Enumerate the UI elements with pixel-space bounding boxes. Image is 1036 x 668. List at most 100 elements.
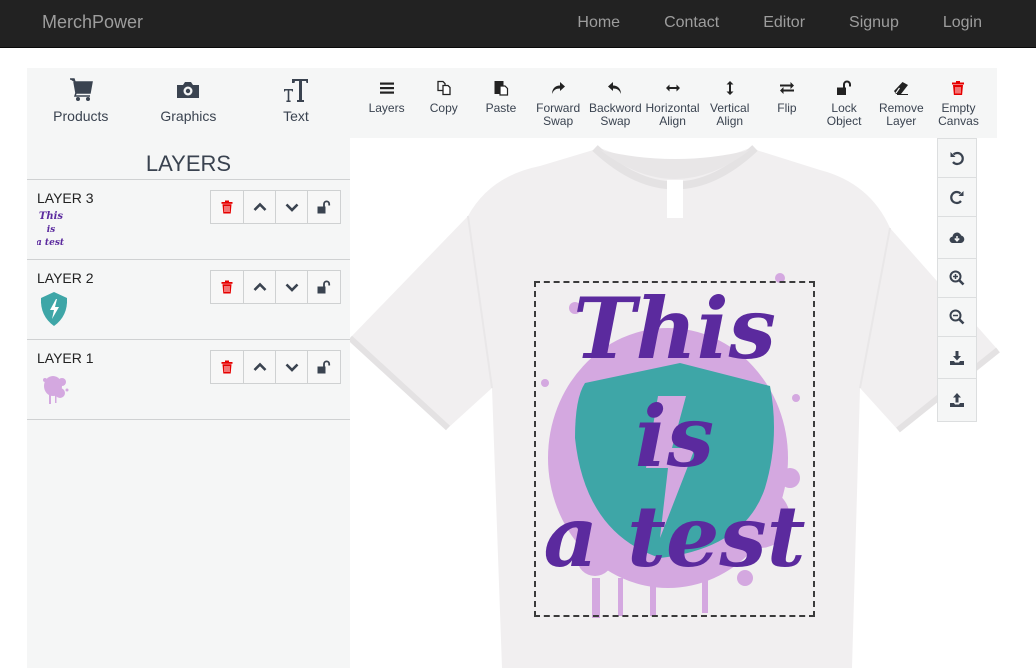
layers-title: LAYERS (27, 138, 350, 180)
reply-icon (608, 82, 622, 94)
design-canvas[interactable]: This is a test (350, 138, 1036, 668)
forward-swap-label: Forward Swap (536, 101, 581, 128)
zoom-in-icon (949, 270, 965, 286)
zoom-in-button[interactable] (938, 259, 976, 298)
copy-icon (437, 80, 451, 96)
arrows-v-icon (726, 81, 734, 95)
tab-graphics[interactable]: Graphics (135, 68, 243, 138)
layer-name: LAYER 2 (37, 270, 94, 286)
layer-row-3[interactable]: LAYER 3 This is a test (27, 180, 350, 260)
upload-icon (950, 393, 964, 407)
upload-button[interactable] (938, 379, 976, 421)
nav-link-signup[interactable]: Signup (849, 12, 899, 34)
lock-object-button[interactable]: Lock Object (816, 68, 873, 138)
download-button[interactable] (938, 337, 976, 379)
nav-link-editor[interactable]: Editor (763, 12, 805, 34)
forward-swap-button[interactable]: Forward Swap (530, 68, 587, 138)
flip-button[interactable]: Flip (758, 68, 815, 138)
backword-swap-button[interactable]: Backword Swap (587, 68, 644, 138)
vertical-align-button[interactable]: Vertical Align (701, 68, 758, 138)
layer-row-2[interactable]: LAYER 2 (27, 260, 350, 340)
layer-row-1[interactable]: LAYER 1 (27, 340, 350, 420)
brand-logo[interactable]: MerchPower (42, 12, 143, 33)
copy-button[interactable]: Copy (415, 68, 472, 138)
trash-icon (221, 280, 233, 294)
trash-icon (952, 81, 965, 95)
move-layer-down-button[interactable] (276, 191, 308, 223)
layer-actions (210, 190, 341, 224)
panel-tabs: Products Graphics Text (27, 68, 350, 138)
move-layer-up-button[interactable] (244, 271, 276, 303)
unlock-icon (317, 280, 331, 294)
lock-layer-button[interactable] (308, 191, 340, 223)
move-layer-up-button[interactable] (244, 351, 276, 383)
empty-canvas-button[interactable]: Empty Canvas (930, 68, 987, 138)
download-icon (950, 350, 964, 365)
arrows-h-icon (665, 84, 680, 92)
layer-thumbnail-text: This is a test (37, 211, 65, 248)
horizontal-align-label: Horizontal Align (645, 101, 700, 128)
nav-link-contact[interactable]: Contact (664, 12, 719, 34)
unlock-icon (837, 80, 852, 95)
thumb-text-line: is (47, 225, 56, 235)
flip-label: Flip (777, 101, 797, 115)
share-icon (552, 82, 566, 94)
zoom-out-button[interactable] (938, 298, 976, 337)
move-layer-up-button[interactable] (244, 191, 276, 223)
chevron-down-icon (285, 363, 298, 372)
nav-link-home[interactable]: Home (577, 12, 620, 34)
canvas-side-toolbar (937, 138, 977, 422)
layer-thumbnail-splash (43, 376, 69, 404)
thumb-text-line: a test (37, 238, 65, 248)
delete-layer-button[interactable] (211, 271, 244, 303)
design-text-line-2[interactable]: is (536, 395, 813, 479)
thumb-text-line: This (39, 211, 64, 222)
exchange-icon (779, 82, 794, 94)
cloud-download-icon (949, 232, 965, 243)
trash-icon (221, 360, 233, 374)
horizontal-align-button[interactable]: Horizontal Align (644, 68, 701, 138)
tab-products-label: Products (53, 108, 109, 124)
layer-thumbnail-shield (40, 292, 68, 326)
tab-text-label: Text (283, 108, 309, 124)
backword-swap-label: Backword Swap (589, 101, 642, 128)
cloud-download-button[interactable] (938, 217, 976, 259)
camera-icon (177, 82, 200, 98)
trash-icon (221, 200, 233, 214)
copy-label: Copy (429, 101, 458, 115)
eraser-icon (894, 82, 909, 95)
delete-layer-button[interactable] (211, 191, 244, 223)
tab-products[interactable]: Products (27, 68, 135, 138)
design-text-line-1[interactable]: This (536, 287, 813, 371)
lock-object-label: Lock Object (826, 101, 862, 128)
layer-name: LAYER 3 (37, 190, 94, 206)
nav-links: Home Contact Editor Signup Login (533, 12, 982, 34)
layer-actions (210, 350, 341, 384)
tab-text[interactable]: Text (242, 68, 350, 138)
selection-bounding-box[interactable]: This is a test (534, 281, 815, 617)
delete-layer-button[interactable] (211, 351, 244, 383)
zoom-out-icon (949, 309, 965, 325)
navbar: MerchPower Home Contact Editor Signup Lo… (0, 0, 1036, 48)
remove-layer-button[interactable]: Remove Layer (873, 68, 930, 138)
tab-graphics-label: Graphics (160, 108, 217, 124)
undo-icon (950, 151, 964, 166)
nav-link-login[interactable]: Login (943, 12, 982, 34)
empty-canvas-label: Empty Canvas (938, 101, 979, 128)
chevron-up-icon (253, 282, 266, 291)
text-size-icon (283, 79, 308, 102)
redo-button[interactable] (938, 178, 976, 217)
redo-icon (950, 190, 964, 205)
lock-layer-button[interactable] (308, 351, 340, 383)
editor-toolbar: Layers Copy Paste Forward Swap Backword Sw… (350, 68, 997, 138)
chevron-up-icon (253, 362, 266, 371)
layers-button[interactable]: Layers (358, 68, 415, 138)
lock-layer-button[interactable] (308, 271, 340, 303)
cart-icon (69, 78, 93, 101)
design-text-line-3[interactable]: a test (536, 495, 813, 579)
chevron-up-icon (253, 202, 266, 211)
paste-button[interactable]: Paste (472, 68, 529, 138)
undo-button[interactable] (938, 139, 976, 178)
move-layer-down-button[interactable] (276, 351, 308, 383)
move-layer-down-button[interactable] (276, 271, 308, 303)
